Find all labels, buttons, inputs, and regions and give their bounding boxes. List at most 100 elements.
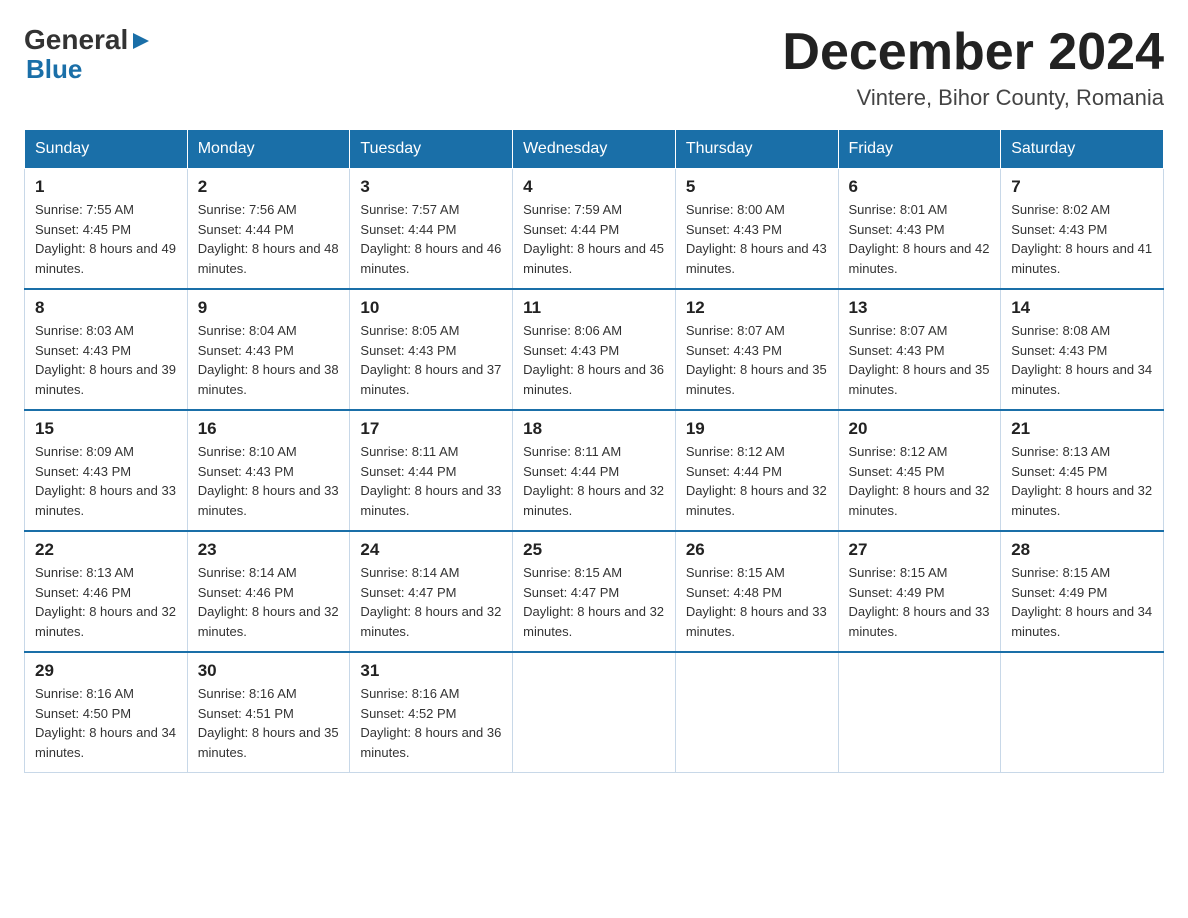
calendar-cell: 14 Sunrise: 8:08 AMSunset: 4:43 PMDaylig… [1001,289,1164,410]
day-number: 31 [360,661,502,681]
title-block: December 2024 Vintere, Bihor County, Rom… [782,24,1164,111]
logo-arrow-icon [131,31,151,51]
day-info: Sunrise: 8:16 AMSunset: 4:50 PMDaylight:… [35,686,176,760]
day-number: 6 [849,177,991,197]
day-number: 11 [523,298,665,318]
calendar-cell: 30 Sunrise: 8:16 AMSunset: 4:51 PMDaylig… [187,652,350,773]
day-info: Sunrise: 8:15 AMSunset: 4:48 PMDaylight:… [686,565,827,639]
day-number: 9 [198,298,340,318]
day-info: Sunrise: 8:15 AMSunset: 4:47 PMDaylight:… [523,565,664,639]
calendar-cell: 19 Sunrise: 8:12 AMSunset: 4:44 PMDaylig… [675,410,838,531]
day-info: Sunrise: 8:10 AMSunset: 4:43 PMDaylight:… [198,444,339,518]
calendar-week-row: 8 Sunrise: 8:03 AMSunset: 4:43 PMDayligh… [25,289,1164,410]
calendar-cell: 18 Sunrise: 8:11 AMSunset: 4:44 PMDaylig… [513,410,676,531]
day-number: 17 [360,419,502,439]
calendar-header-row: SundayMondayTuesdayWednesdayThursdayFrid… [25,130,1164,169]
page-header: General Blue December 2024 Vintere, Biho… [24,24,1164,111]
day-number: 8 [35,298,177,318]
day-number: 16 [198,419,340,439]
calendar-cell: 13 Sunrise: 8:07 AMSunset: 4:43 PMDaylig… [838,289,1001,410]
calendar-cell: 15 Sunrise: 8:09 AMSunset: 4:43 PMDaylig… [25,410,188,531]
day-info: Sunrise: 7:57 AMSunset: 4:44 PMDaylight:… [360,202,501,276]
col-header-friday: Friday [838,130,1001,169]
calendar-cell [838,652,1001,773]
day-info: Sunrise: 8:01 AMSunset: 4:43 PMDaylight:… [849,202,990,276]
day-info: Sunrise: 8:05 AMSunset: 4:43 PMDaylight:… [360,323,501,397]
day-number: 29 [35,661,177,681]
day-number: 7 [1011,177,1153,197]
day-number: 5 [686,177,828,197]
day-info: Sunrise: 8:09 AMSunset: 4:43 PMDaylight:… [35,444,176,518]
day-info: Sunrise: 7:55 AMSunset: 4:45 PMDaylight:… [35,202,176,276]
day-number: 1 [35,177,177,197]
day-number: 26 [686,540,828,560]
day-number: 12 [686,298,828,318]
day-info: Sunrise: 8:16 AMSunset: 4:52 PMDaylight:… [360,686,501,760]
day-number: 30 [198,661,340,681]
calendar-week-row: 1 Sunrise: 7:55 AMSunset: 4:45 PMDayligh… [25,169,1164,290]
day-number: 20 [849,419,991,439]
day-number: 25 [523,540,665,560]
calendar-cell: 22 Sunrise: 8:13 AMSunset: 4:46 PMDaylig… [25,531,188,652]
calendar-cell [513,652,676,773]
col-header-sunday: Sunday [25,130,188,169]
col-header-thursday: Thursday [675,130,838,169]
day-number: 4 [523,177,665,197]
day-number: 21 [1011,419,1153,439]
day-info: Sunrise: 8:11 AMSunset: 4:44 PMDaylight:… [360,444,501,518]
calendar-week-row: 29 Sunrise: 8:16 AMSunset: 4:50 PMDaylig… [25,652,1164,773]
day-number: 3 [360,177,502,197]
calendar-cell: 28 Sunrise: 8:15 AMSunset: 4:49 PMDaylig… [1001,531,1164,652]
day-info: Sunrise: 8:06 AMSunset: 4:43 PMDaylight:… [523,323,664,397]
calendar-week-row: 22 Sunrise: 8:13 AMSunset: 4:46 PMDaylig… [25,531,1164,652]
day-number: 28 [1011,540,1153,560]
calendar-cell: 31 Sunrise: 8:16 AMSunset: 4:52 PMDaylig… [350,652,513,773]
calendar-cell: 1 Sunrise: 7:55 AMSunset: 4:45 PMDayligh… [25,169,188,290]
day-info: Sunrise: 8:14 AMSunset: 4:46 PMDaylight:… [198,565,339,639]
day-info: Sunrise: 7:56 AMSunset: 4:44 PMDaylight:… [198,202,339,276]
col-header-wednesday: Wednesday [513,130,676,169]
day-number: 14 [1011,298,1153,318]
calendar-cell: 10 Sunrise: 8:05 AMSunset: 4:43 PMDaylig… [350,289,513,410]
day-number: 24 [360,540,502,560]
day-number: 2 [198,177,340,197]
calendar-cell [675,652,838,773]
day-info: Sunrise: 8:07 AMSunset: 4:43 PMDaylight:… [686,323,827,397]
day-info: Sunrise: 8:07 AMSunset: 4:43 PMDaylight:… [849,323,990,397]
day-info: Sunrise: 8:13 AMSunset: 4:45 PMDaylight:… [1011,444,1152,518]
day-number: 15 [35,419,177,439]
logo: General Blue [24,24,151,85]
logo-blue-text: Blue [26,54,82,85]
calendar-week-row: 15 Sunrise: 8:09 AMSunset: 4:43 PMDaylig… [25,410,1164,531]
logo-general-text: General [24,24,128,56]
col-header-saturday: Saturday [1001,130,1164,169]
calendar-cell: 16 Sunrise: 8:10 AMSunset: 4:43 PMDaylig… [187,410,350,531]
day-info: Sunrise: 8:04 AMSunset: 4:43 PMDaylight:… [198,323,339,397]
day-info: Sunrise: 8:12 AMSunset: 4:44 PMDaylight:… [686,444,827,518]
calendar-cell: 3 Sunrise: 7:57 AMSunset: 4:44 PMDayligh… [350,169,513,290]
calendar-cell: 23 Sunrise: 8:14 AMSunset: 4:46 PMDaylig… [187,531,350,652]
calendar-cell: 27 Sunrise: 8:15 AMSunset: 4:49 PMDaylig… [838,531,1001,652]
calendar-cell: 21 Sunrise: 8:13 AMSunset: 4:45 PMDaylig… [1001,410,1164,531]
day-info: Sunrise: 8:11 AMSunset: 4:44 PMDaylight:… [523,444,664,518]
day-number: 13 [849,298,991,318]
calendar-cell: 4 Sunrise: 7:59 AMSunset: 4:44 PMDayligh… [513,169,676,290]
calendar-cell: 9 Sunrise: 8:04 AMSunset: 4:43 PMDayligh… [187,289,350,410]
day-info: Sunrise: 8:12 AMSunset: 4:45 PMDaylight:… [849,444,990,518]
calendar-cell: 8 Sunrise: 8:03 AMSunset: 4:43 PMDayligh… [25,289,188,410]
day-info: Sunrise: 8:03 AMSunset: 4:43 PMDaylight:… [35,323,176,397]
day-info: Sunrise: 8:15 AMSunset: 4:49 PMDaylight:… [849,565,990,639]
calendar-cell: 2 Sunrise: 7:56 AMSunset: 4:44 PMDayligh… [187,169,350,290]
month-title: December 2024 [782,24,1164,81]
col-header-tuesday: Tuesday [350,130,513,169]
day-number: 27 [849,540,991,560]
calendar-cell: 29 Sunrise: 8:16 AMSunset: 4:50 PMDaylig… [25,652,188,773]
calendar-cell: 5 Sunrise: 8:00 AMSunset: 4:43 PMDayligh… [675,169,838,290]
day-info: Sunrise: 8:16 AMSunset: 4:51 PMDaylight:… [198,686,339,760]
day-number: 10 [360,298,502,318]
day-number: 23 [198,540,340,560]
day-number: 22 [35,540,177,560]
calendar-cell: 6 Sunrise: 8:01 AMSunset: 4:43 PMDayligh… [838,169,1001,290]
calendar-cell: 20 Sunrise: 8:12 AMSunset: 4:45 PMDaylig… [838,410,1001,531]
calendar-cell: 25 Sunrise: 8:15 AMSunset: 4:47 PMDaylig… [513,531,676,652]
